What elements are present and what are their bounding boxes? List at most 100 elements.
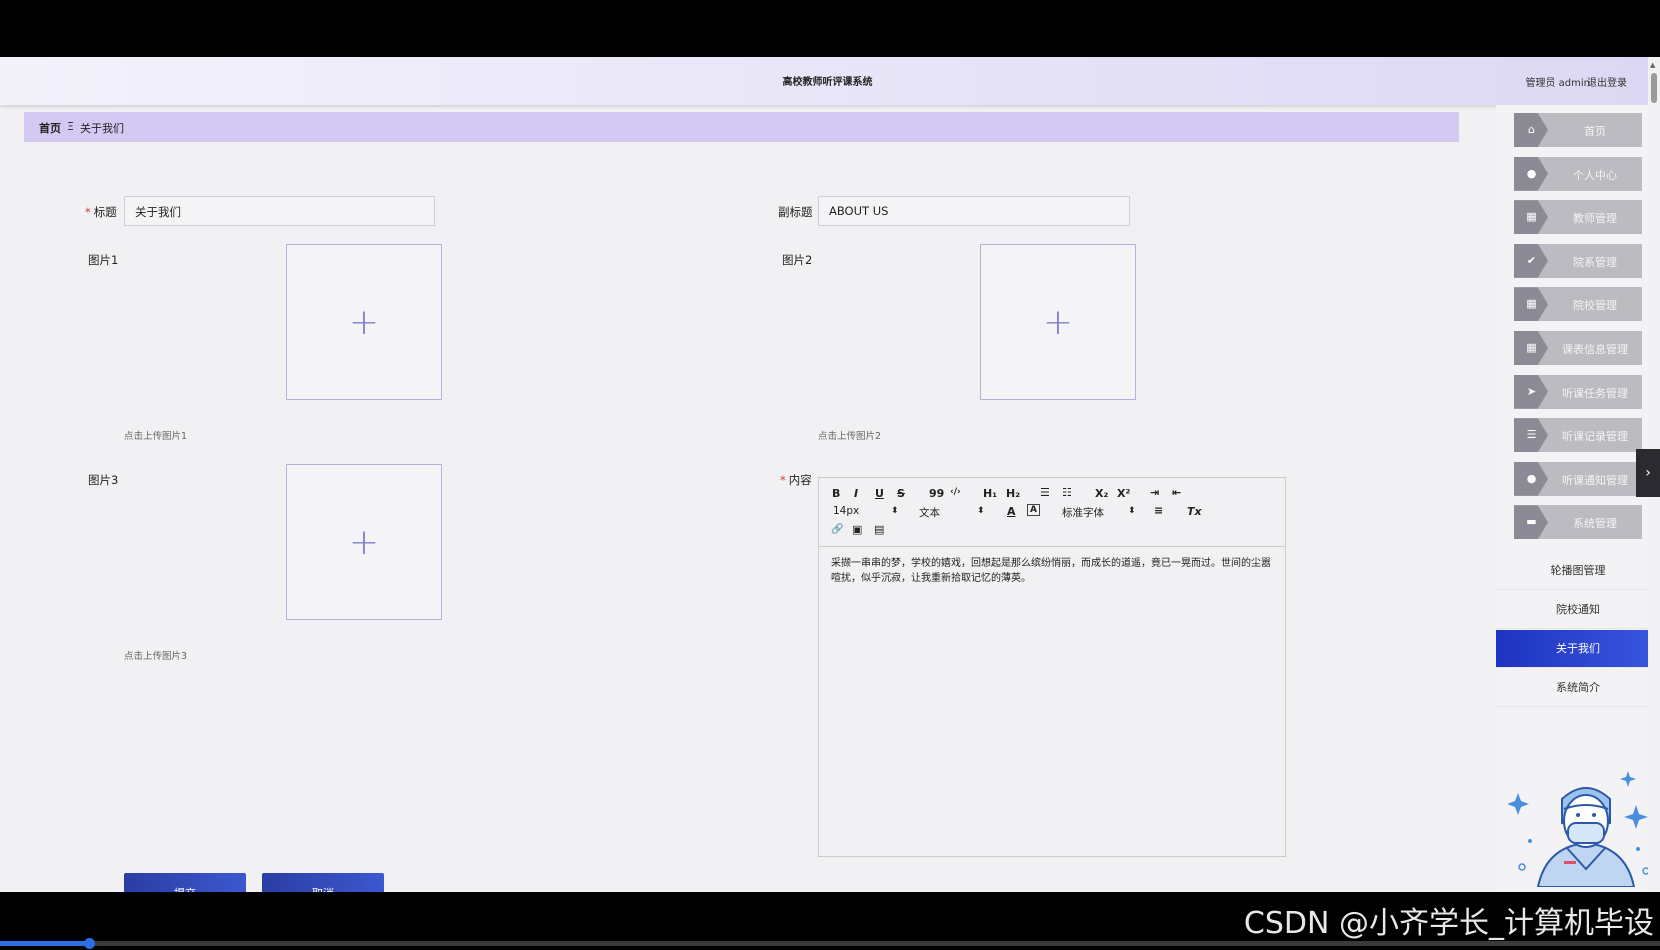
sidebar-item[interactable]: ☰ 听课记录管理 [1514,418,1642,453]
image3-hint: 点击上传图片3 [124,651,188,662]
image3-label: 图片3 [88,473,119,487]
title-label: * 标题 [85,204,117,220]
grid-icon: ▦ [1526,297,1537,311]
submenu-item[interactable]: 院校通知 [1496,591,1660,629]
cancel-button[interactable]: 取消 [262,873,384,892]
image3-upload[interactable]: + [286,464,442,620]
user-icon: ● [1526,471,1537,485]
plus-icon: + [1042,301,1074,343]
image2-upload[interactable]: + [980,244,1136,400]
plus-icon: + [348,521,380,563]
editor-toolbar: B I U S 99 ‹/› H₁ H₂ ☰ ☷ X₂ X² ⇥ ⇤ 14px … [819,478,1285,547]
h1-button[interactable]: H₁ [983,487,997,500]
underline-button[interactable]: U [875,487,884,500]
progress-knob[interactable] [84,938,95,949]
submit-button[interactable]: 提交 [124,873,246,892]
required-mark: * [85,205,91,219]
current-user: 管理员 admin [1525,78,1590,89]
sidebar-item-label: 院校管理 [1573,299,1617,313]
subtitle-label: 副标题 [778,205,813,219]
font-family-select[interactable]: 标准字体 ⬍ [1062,505,1136,520]
select-arrows-icon: ⬍ [977,506,985,516]
subtitle-input[interactable]: ABOUT US [818,196,1130,226]
scroll-up-icon[interactable]: ▲ [1650,61,1655,69]
sidebar: ⌂ 首页 ● 个人中心 ▦ 教师管理 ✔ 院系管理 ▦ 院校管理 ▦ 课表信息管理 ➤ 听课任务管理 ☰ 听课… [1496,105,1660,892]
content-label: * 内容 [780,472,812,488]
rich-text-editor: B I U S 99 ‹/› H₁ H₂ ☰ ☷ X₂ X² ⇥ ⇤ 14px … [818,477,1286,857]
header-value: 文本 [919,507,940,519]
screen: 高校教师听评课系统 管理员 admin 退出登录 首页 Ξ 关于我们 * 标题 关… [0,0,1660,950]
watermark: CSDN @小齐学长_计算机毕设 [1243,906,1654,941]
ordered-list-button[interactable]: ☰ [1040,486,1050,499]
submenu-item[interactable]: 关于我们 [1496,630,1660,668]
indent-button[interactable]: ⇥ [1150,486,1159,499]
header-select[interactable]: 文本 ⬍ [919,505,985,520]
content-label-text: 内容 [788,473,812,487]
logout-link[interactable]: 退出登录 [1587,74,1627,89]
sidebar-item[interactable]: ⌂ 首页 [1514,113,1642,147]
italic-button[interactable]: I [854,487,858,500]
editor-content[interactable]: 采撷一串串的梦，学校的嬉戏，回想起是那么缤纷悄丽，而成长的道遥，竟已一晃而过。世… [831,556,1279,586]
sidebar-item[interactable]: ● 听课通知管理 [1514,461,1642,496]
superscript-button[interactable]: X² [1117,487,1130,500]
app-title: 高校教师听评课系统 [782,77,873,88]
clean-format-button[interactable]: Tx [1187,505,1202,518]
home-icon: ⌂ [1528,123,1535,136]
title-label-text: 标题 [93,205,117,219]
video-button[interactable]: ▤ [874,523,884,536]
sidebar-item[interactable]: ▬ 系统管理 [1514,505,1642,540]
chevron-right-icon[interactable]: › [1636,449,1660,497]
submenu-item[interactable]: 系统简介 [1496,669,1660,707]
subscript-button[interactable]: X₂ [1095,487,1108,500]
image2-label: 图片2 [782,253,813,267]
sidebar-item[interactable]: ▦ 教师管理 [1514,200,1642,235]
check-icon: ✔ [1526,253,1537,267]
link-button[interactable]: 🔗 [831,524,843,535]
sidebar-item[interactable]: ✔ 院系管理 [1514,243,1642,278]
image1-hint: 点击上传图片1 [124,431,188,442]
bold-button[interactable]: B [832,487,840,500]
strike-button[interactable]: S [897,487,905,500]
breadcrumb-separator-icon: Ξ [67,120,74,133]
image-button[interactable]: ▣ [852,523,862,536]
submenu-item[interactable]: 轮播图管理 [1496,552,1660,590]
bullet-list-button[interactable]: ☷ [1062,486,1072,499]
sidebar-item-label: 院系管理 [1573,255,1617,269]
sidebar-item-label: 首页 [1584,125,1606,138]
code-block-button[interactable]: ‹/› [950,487,961,497]
video-progress-bar[interactable] [0,938,1660,949]
breadcrumb-home[interactable]: 首页 [39,120,61,136]
breadcrumb-current: 关于我们 [80,122,124,135]
background-color-button[interactable]: A [1027,504,1040,516]
sidebar-item-label: 课表信息管理 [1562,343,1628,356]
plus-icon: + [348,301,380,343]
h2-button[interactable]: H₂ [1006,487,1020,500]
image1-upload[interactable]: + [286,244,442,400]
sidebar-item-label: 听课任务管理 [1562,386,1628,400]
title-input[interactable]: 关于我们 [124,196,435,226]
sidebar-item[interactable]: ● 个人中心 [1514,156,1642,191]
progress-fill [0,941,90,946]
app-viewport: 高校教师听评课系统 管理员 admin 退出登录 首页 Ξ 关于我们 * 标题 关… [0,57,1660,892]
sidebar-item-label: 个人中心 [1573,168,1617,182]
outdent-button[interactable]: ⇤ [1172,486,1181,499]
send-icon: ➤ [1526,384,1537,398]
sidebar-item[interactable]: ➤ 听课任务管理 [1514,374,1642,409]
select-arrows-icon: ⬍ [1128,506,1136,516]
top-header: 高校教师听评课系统 管理员 admin 退出登录 [0,57,1660,105]
grid-icon: ▦ [1526,210,1537,224]
sidebar-item-label: 系统管理 [1573,517,1617,531]
sidebar-item-label: 教师管理 [1573,212,1617,226]
sidebar-item[interactable]: ▦ 院校管理 [1514,287,1642,322]
font-color-button[interactable]: A [1007,505,1016,518]
scroll-thumb[interactable] [1651,73,1657,103]
grid-icon: ▦ [1526,341,1537,354]
user-icon: ● [1526,166,1537,180]
font-size-select[interactable]: 14px ⬍ [833,505,899,517]
blockquote-button[interactable]: 99 [929,487,944,500]
sidebar-item-label: 听课记录管理 [1562,430,1628,444]
align-button[interactable]: ≡ [1154,504,1163,517]
sidebar-item-label: 听课通知管理 [1562,473,1628,487]
image1-label: 图片1 [88,253,119,267]
sidebar-item[interactable]: ▦ 课表信息管理 [1514,331,1642,365]
